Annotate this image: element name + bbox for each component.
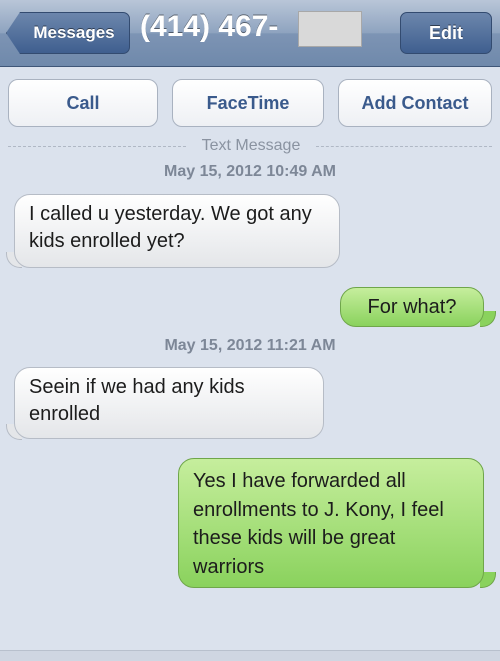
edit-button[interactable]: Edit [400, 12, 492, 54]
redaction-box [298, 11, 362, 47]
separator-line-right [316, 146, 492, 147]
nav-bar: Messages (414) 467- Edit [0, 0, 500, 67]
incoming-message-bubble[interactable]: I called u yesterday. We got any kids en… [14, 194, 340, 268]
separator-line-left [8, 146, 186, 147]
incoming-message-bubble[interactable]: Seein if we had any kids enrolled [14, 367, 324, 439]
outgoing-message-bubble[interactable]: Yes I have forwarded all enrollments to … [178, 458, 484, 588]
message-input-bar-edge [0, 650, 500, 661]
add-contact-button[interactable]: Add Contact [338, 79, 492, 127]
conversation-title: (414) 467- [140, 10, 279, 43]
timestamp: May 15, 2012 10:49 AM [164, 163, 336, 180]
call-button[interactable]: Call [8, 79, 158, 127]
text-message-label: Text Message [201, 137, 301, 154]
back-button[interactable]: Messages [6, 12, 130, 54]
timestamp: May 15, 2012 11:21 AM [164, 337, 336, 354]
outgoing-message-bubble[interactable]: For what? [340, 287, 484, 327]
facetime-button[interactable]: FaceTime [172, 79, 324, 127]
